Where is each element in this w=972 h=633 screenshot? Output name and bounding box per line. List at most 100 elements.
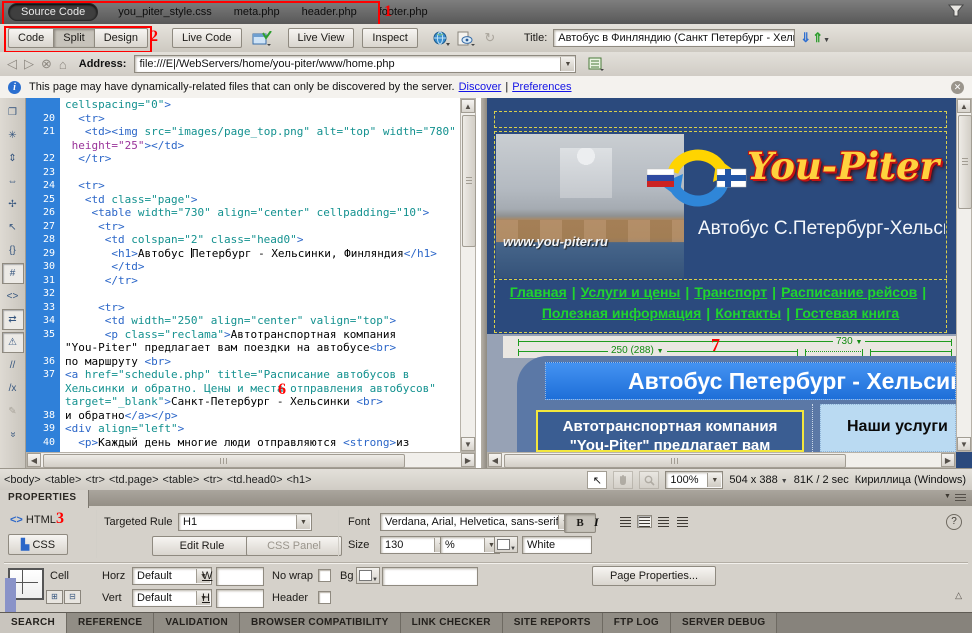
design-right-cell[interactable]: Наши услуги [820, 404, 956, 452]
table-width-menu-730[interactable]: 730 ▼ [833, 336, 865, 347]
align-center-icon[interactable] [637, 515, 652, 528]
height-input[interactable] [216, 589, 264, 608]
code-row[interactable]: 40 <p>Каждый день многие люди отправляют… [26, 436, 460, 450]
design-menu-link[interactable]: Транспорт [694, 284, 767, 300]
css-panel-button[interactable]: CSS Panel [246, 536, 342, 556]
select-tool-icon[interactable]: ↖ [587, 471, 607, 489]
design-vertical-scrollbar[interactable]: ▲ ▼ [956, 98, 972, 452]
panel-menu-icon[interactable]: ▼ [944, 493, 966, 504]
related-file-tab[interactable]: you_piter_style.css [118, 6, 212, 18]
hand-tool-icon[interactable] [613, 471, 633, 489]
code-row[interactable]: 37<a href="schedule.php" title="Расписан… [26, 368, 460, 382]
design-menu-link[interactable]: Контакты [715, 305, 781, 321]
tag-selector-item[interactable]: <td.head0> [227, 474, 283, 486]
results-tab-browser-compatibility[interactable]: BROWSER COMPATIBILITY [240, 613, 401, 633]
code-row[interactable]: 31 </tr> [26, 274, 460, 288]
code-row[interactable]: 38и обратно</a></p> [26, 409, 460, 423]
edit-rule-button[interactable]: Edit Rule [152, 536, 252, 556]
code-row[interactable]: 22 </tr> [26, 152, 460, 166]
show-code-navigator-icon[interactable]: ✳ [2, 125, 24, 146]
scroll-left-icon[interactable]: ◀ [488, 453, 502, 467]
code-row[interactable]: 33 <tr> [26, 301, 460, 315]
back-icon[interactable]: ◁ [7, 56, 17, 72]
code-row[interactable]: target="_blank">Санкт-Петербург - Хельси… [26, 395, 460, 409]
code-row[interactable]: 27 <tr> [26, 220, 460, 234]
code-row[interactable]: 21 <td><img src="images/page_top.png" al… [26, 125, 460, 139]
align-left-icon[interactable] [618, 515, 633, 528]
align-right-icon[interactable] [656, 515, 671, 528]
code-view-button[interactable]: Code [8, 28, 53, 48]
syntax-error-alerts-icon[interactable]: ⚠ [2, 332, 24, 353]
word-wrap-icon[interactable]: ⇄ [2, 309, 24, 330]
code-row[interactable]: height="25"></td> [26, 139, 460, 153]
open-documents-icon[interactable]: ❐ [2, 102, 24, 123]
results-tab-validation[interactable]: VALIDATION [154, 613, 240, 633]
results-tab-site-reports[interactable]: SITE REPORTS [503, 613, 603, 633]
forward-icon[interactable]: ▷ [24, 56, 34, 72]
design-left-cell[interactable]: Автотранспортная компания "You-Piter" пр… [536, 410, 804, 452]
design-h1-heading[interactable]: Автобус Петербург - Хельсинки [545, 362, 956, 400]
discover-link[interactable]: Discover [459, 81, 502, 93]
related-file-tab[interactable]: header.php [302, 6, 357, 18]
inspect-button[interactable]: Inspect [362, 28, 417, 48]
file-management-icon[interactable] [584, 53, 608, 75]
related-file-tab[interactable]: meta.php [234, 6, 280, 18]
width-input[interactable] [216, 567, 264, 586]
title-input[interactable]: Автобус в Финляндию (Санкт Петербург - Х… [553, 29, 795, 47]
tag-selector-item[interactable]: <body> [4, 474, 41, 486]
line-numbers-icon[interactable]: # [2, 263, 24, 284]
results-tab-reference[interactable]: REFERENCE [67, 613, 154, 633]
magnification-select[interactable]: 100% [665, 471, 723, 489]
zoom-tool-icon[interactable] [639, 471, 659, 489]
design-view-button[interactable]: Design [94, 28, 148, 48]
scroll-up-icon[interactable]: ▲ [957, 99, 971, 113]
wrap-tag-icon[interactable]: ✎ [2, 401, 24, 422]
results-tab-link-checker[interactable]: LINK CHECKER [401, 613, 503, 633]
scroll-down-icon[interactable]: ▼ [461, 437, 475, 451]
page-properties-button[interactable]: Page Properties... [592, 566, 716, 586]
no-wrap-checkbox[interactable] [318, 569, 331, 582]
help-icon[interactable]: ? [946, 514, 962, 530]
code-row[interactable]: 36по маршруту <br> [26, 355, 460, 369]
properties-tab[interactable]: PROPERTIES [0, 490, 89, 508]
live-code-button[interactable]: Live Code [172, 28, 242, 48]
bg-color-input[interactable] [382, 567, 478, 586]
design-hscroll-thumb[interactable] [504, 454, 846, 468]
window-size-select[interactable]: 504 x 388 ▼ [729, 474, 787, 486]
live-view-button[interactable]: Live View [288, 28, 355, 48]
tag-selector-item[interactable]: <table> [163, 474, 200, 486]
code-row[interactable]: 29 <h1>Автобус Петербург - Хельсинки, Фи… [26, 247, 460, 261]
design-menu-link[interactable]: Расписание рейсов [781, 284, 917, 300]
code-row[interactable]: 35 <p class="reclama">Автотранспортная к… [26, 328, 460, 342]
scroll-right-icon[interactable]: ▶ [461, 453, 475, 467]
code-row[interactable]: 25 <td class="page"> [26, 193, 460, 207]
results-tab-server-debug[interactable]: SERVER DEBUG [671, 613, 777, 633]
recent-snippets-icon[interactable]: » [2, 424, 23, 446]
tag-selector-item[interactable]: <tr> [203, 474, 223, 486]
text-color-swatch[interactable] [494, 536, 518, 553]
balance-braces-icon[interactable]: {} [2, 240, 24, 261]
css-mode-button[interactable]: ▙ CSS [8, 534, 68, 555]
code-row[interactable]: Хельсинки и обратно. Цены и места отправ… [26, 382, 460, 396]
scroll-up-icon[interactable]: ▲ [461, 99, 475, 113]
design-menu-link[interactable]: Гостевая книга [795, 305, 899, 321]
tag-selector-item[interactable]: <table> [45, 474, 82, 486]
highlight-invalid-code-icon[interactable]: <> [2, 286, 24, 307]
horz-select[interactable]: Default [132, 567, 212, 585]
check-browser-compatibility-icon[interactable] [454, 27, 478, 49]
code-row[interactable]: cellspacing="0"> [26, 98, 460, 112]
apply-comment-icon[interactable]: // [2, 355, 24, 376]
remove-comment-icon[interactable]: /x [2, 378, 24, 399]
code-row[interactable]: 30 </td> [26, 260, 460, 274]
tag-selector-item[interactable]: <h1> [287, 474, 312, 486]
split-cell-icon[interactable]: ⊟ [64, 590, 81, 604]
code-scroll-thumb[interactable] [462, 115, 476, 247]
code-row[interactable]: 34 <td width="250" align="center" valign… [26, 314, 460, 328]
code-horizontal-scrollbar[interactable]: ◀ ▶ [26, 452, 476, 468]
code-row[interactable]: 39<div align="left"> [26, 422, 460, 436]
tag-selector-item[interactable]: <tr> [85, 474, 105, 486]
vert-select[interactable]: Default [132, 589, 212, 607]
code-editor[interactable]: cellspacing="0">20 <tr>21 <td><img src="… [26, 98, 460, 452]
header-checkbox[interactable] [318, 591, 331, 604]
select-parent-tag-icon[interactable]: ↖ [2, 217, 24, 238]
